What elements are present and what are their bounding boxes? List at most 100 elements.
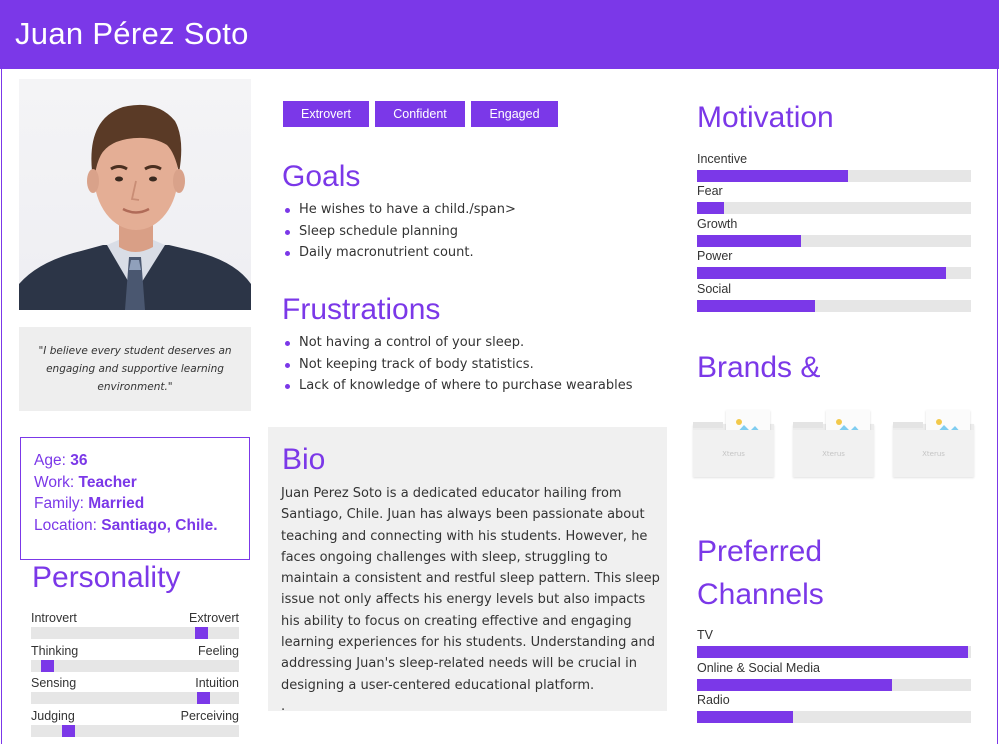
brands-title: Brands & bbox=[697, 351, 821, 384]
info-family-value: Married bbox=[88, 495, 145, 512]
persona-name: Juan Pérez Soto bbox=[15, 16, 249, 51]
list-item: Lack of knowledge of where to purchase w… bbox=[283, 375, 633, 397]
trait-slider-track bbox=[31, 660, 239, 672]
persona-photo bbox=[19, 79, 251, 310]
trait-right-label: Perceiving bbox=[180, 709, 239, 723]
tag-confident: Confident bbox=[375, 101, 465, 127]
list-item: Sleep schedule planning bbox=[283, 221, 516, 243]
meter-fill bbox=[697, 235, 801, 247]
meter-track bbox=[697, 679, 971, 691]
personality-tags: Extrovert Confident Engaged bbox=[283, 101, 558, 127]
trait-left-label: Introvert bbox=[31, 611, 77, 625]
info-age-row: Age: 36 bbox=[34, 450, 249, 472]
meter-track bbox=[697, 267, 971, 279]
tag-engaged: Engaged bbox=[471, 101, 558, 127]
meter-label: Incentive bbox=[697, 152, 748, 166]
brand-placeholder-text: Xterus bbox=[922, 450, 945, 458]
brand-logo-placeholder: Xterus bbox=[793, 406, 874, 477]
meter-fill bbox=[697, 202, 724, 214]
motivation-meter: Incentive bbox=[697, 152, 971, 182]
trait-row: Introvert Extrovert bbox=[31, 611, 239, 639]
tag-extrovert: Extrovert bbox=[283, 101, 369, 127]
trait-right-label: Intuition bbox=[195, 676, 239, 690]
meter-label: Growth bbox=[697, 217, 738, 231]
meter-fill bbox=[697, 646, 968, 658]
persona-header: Juan Pérez Soto bbox=[0, 0, 999, 69]
bio-trailing: . bbox=[281, 698, 286, 714]
trait-slider-knob bbox=[41, 660, 54, 672]
motivation-meter: Growth bbox=[697, 217, 971, 247]
meter-track bbox=[697, 300, 971, 312]
meter-label: Online & Social Media bbox=[697, 661, 820, 675]
channels-title-line1: Preferred bbox=[697, 535, 823, 568]
frustrations-title: Frustrations bbox=[282, 293, 441, 326]
channel-meter: TV bbox=[697, 628, 971, 658]
brand-placeholder-text: Xterus bbox=[822, 450, 845, 458]
info-work-row: Work: Teacher bbox=[34, 472, 249, 494]
brand-logo-placeholder: Xterus bbox=[693, 406, 774, 477]
bio-text: Juan Perez Soto is a dedicated educator … bbox=[281, 483, 663, 717]
motivation-title: Motivation bbox=[697, 101, 834, 134]
meter-track bbox=[697, 235, 971, 247]
persona-info-card: Age: 36 Work: Teacher Family: Married Lo… bbox=[20, 437, 250, 560]
list-item: Daily macronutrient count. bbox=[283, 242, 516, 264]
info-work-label: Work: bbox=[34, 473, 75, 491]
motivation-meter: Fear bbox=[697, 184, 971, 214]
trait-slider-track bbox=[31, 692, 239, 704]
goals-list: He wishes to have a child./span> Sleep s… bbox=[283, 199, 516, 264]
meter-track bbox=[697, 202, 971, 214]
trait-left-label: Judging bbox=[31, 709, 75, 723]
meter-label: Fear bbox=[697, 184, 723, 198]
list-item: Not having a control of your sleep. bbox=[283, 332, 633, 354]
goals-title: Goals bbox=[282, 160, 361, 193]
persona-quote-box: "I believe every student deserves an eng… bbox=[19, 327, 251, 411]
trait-row: Thinking Feeling bbox=[31, 644, 239, 672]
trait-slider-knob bbox=[195, 627, 208, 639]
meter-label: TV bbox=[697, 628, 713, 642]
info-work-value: Teacher bbox=[78, 473, 137, 491]
meter-label: Power bbox=[697, 249, 733, 263]
trait-left-label: Sensing bbox=[31, 676, 77, 690]
frame-border-left bbox=[1, 69, 2, 744]
info-location-label: Location: bbox=[34, 516, 97, 534]
meter-label: Social bbox=[697, 282, 732, 296]
info-family-label: Family: bbox=[34, 495, 84, 512]
bio-paragraph: Juan Perez Soto is a dedicated educator … bbox=[281, 486, 660, 693]
meter-track bbox=[697, 170, 971, 182]
channel-meter: Online & Social Media bbox=[697, 661, 971, 691]
meter-label: Radio bbox=[697, 693, 730, 707]
trait-row: Sensing Intuition bbox=[31, 676, 239, 704]
trait-right-label: Feeling bbox=[198, 644, 239, 658]
list-item: He wishes to have a child./span> bbox=[283, 199, 516, 221]
info-age-label: Age: bbox=[34, 452, 66, 469]
trait-slider-track bbox=[31, 725, 239, 737]
trait-right-label: Extrovert bbox=[188, 611, 239, 625]
meter-fill bbox=[697, 267, 946, 279]
brand-placeholder-text: Xterus bbox=[722, 450, 745, 458]
persona-quote: "I believe every student deserves an eng… bbox=[38, 345, 232, 393]
meter-fill bbox=[697, 679, 892, 691]
brand-logo-placeholder: Xterus bbox=[893, 406, 974, 477]
info-age-value: 36 bbox=[70, 452, 88, 469]
bio-title: Bio bbox=[282, 443, 326, 476]
info-location-row: Location: Santiago, Chile. bbox=[34, 515, 249, 537]
trait-slider-track bbox=[31, 627, 239, 639]
channels-title-line2: Channels bbox=[697, 578, 824, 611]
person-photo-illustration bbox=[19, 104, 251, 310]
trait-left-label: Thinking bbox=[31, 644, 79, 658]
motivation-meter: Social bbox=[697, 282, 971, 312]
meter-fill bbox=[697, 170, 848, 182]
meter-track bbox=[697, 711, 971, 723]
meter-fill bbox=[697, 711, 793, 723]
trait-slider-knob bbox=[62, 725, 75, 737]
meter-fill bbox=[697, 300, 815, 312]
frame-border-right bbox=[997, 69, 998, 744]
trait-row: Judging Perceiving bbox=[31, 709, 239, 737]
meter-track bbox=[697, 646, 971, 658]
list-item: Not keeping track of body statistics. bbox=[283, 354, 633, 376]
trait-slider-knob bbox=[197, 692, 210, 704]
motivation-meter: Power bbox=[697, 249, 971, 279]
info-family-row: Family: Married bbox=[34, 493, 249, 515]
frustrations-list: Not having a control of your sleep. Not … bbox=[283, 332, 633, 397]
personality-title: Personality bbox=[32, 561, 181, 594]
